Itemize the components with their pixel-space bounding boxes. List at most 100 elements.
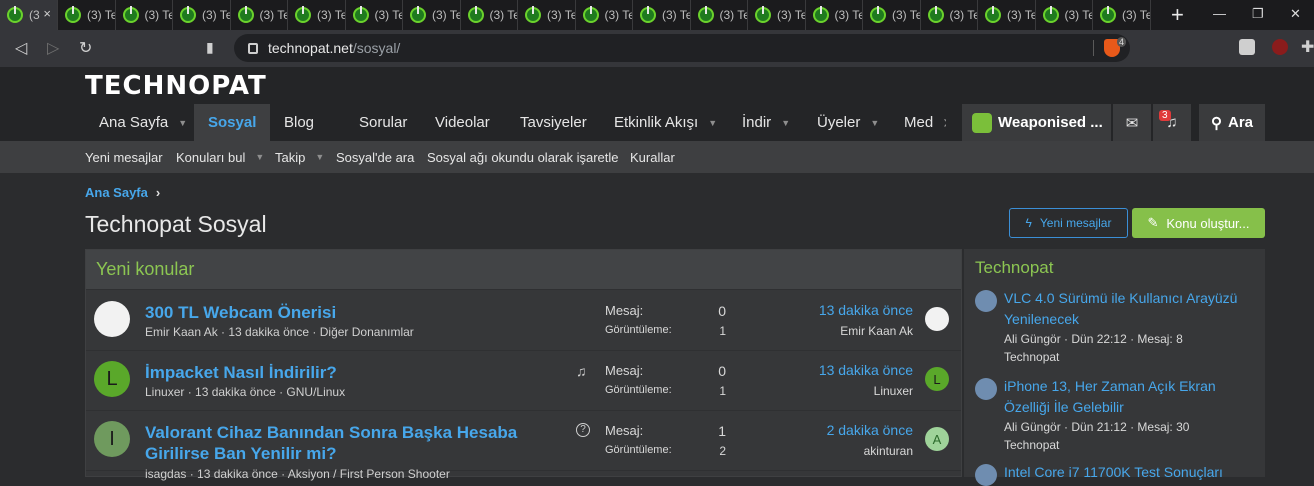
nav-item[interactable]: Etkinlik Akışı ▼ (600, 104, 731, 141)
extension-icon[interactable] (1239, 39, 1255, 55)
minimize-icon[interactable]: — (1213, 6, 1226, 21)
browser-tab[interactable]: (3) Te (58, 0, 116, 30)
user-avatar[interactable]: L (94, 361, 130, 397)
restore-icon[interactable]: ❐ (1252, 6, 1264, 22)
lock-icon[interactable] (248, 42, 258, 54)
sidebar-item-title[interactable]: VLC 4.0 Sürümü ile Kullanıcı Arayüzü Yen… (1004, 288, 1259, 330)
sidebar-item-forum[interactable]: Technopat (1004, 438, 1059, 452)
browser-tab[interactable]: (3) Te (921, 0, 978, 30)
chevron-down-icon[interactable]: ▼ (315, 152, 324, 162)
thread-row[interactable]: L İmpacket Nasıl İndirilir? Linuxer · 13 d… (86, 351, 961, 411)
browser-tab[interactable]: (3) Te (576, 0, 633, 30)
browser-tab[interactable]: (3) Te (288, 0, 346, 30)
search-button[interactable]: ⚲ Ara (1199, 104, 1265, 141)
subnav-item[interactable]: Takip ▼ (275, 141, 324, 173)
browser-tab[interactable]: (3) Te (231, 0, 288, 30)
power-icon (65, 6, 81, 23)
new-tab-button[interactable]: + (1171, 2, 1184, 28)
article-thumbnail[interactable] (975, 290, 997, 312)
nav-item[interactable]: Blog (270, 104, 328, 141)
browser-tab[interactable]: (3) Te (173, 0, 231, 30)
chevron-down-icon[interactable]: ▼ (781, 118, 790, 128)
last-post-user[interactable]: Emir Kaan Ak (840, 324, 913, 338)
chevron-down-icon[interactable]: ▼ (708, 118, 717, 128)
nav-item[interactable]: Üyeler ▼ (803, 104, 893, 141)
url-text[interactable]: technopat.net/sosyal/ (268, 40, 400, 56)
browser-tab[interactable]: (3) Te (863, 0, 921, 30)
nav-item[interactable]: Med › (890, 104, 946, 141)
thread-title-link[interactable]: 300 TL Webcam Önerisi (145, 302, 336, 323)
chevron-down-icon[interactable]: ▼ (255, 152, 264, 162)
technopat-logo[interactable]: TECHNOPAT (85, 71, 267, 101)
nav-item[interactable]: Videolar (421, 104, 504, 141)
browser-tab[interactable]: (3) Te (978, 0, 1036, 30)
last-post-time[interactable]: 2 dakika önce (827, 422, 913, 438)
browser-tab[interactable]: (3) Te (461, 0, 518, 30)
chevron-right-icon[interactable]: › (943, 112, 946, 133)
tab-label: (3) Te (719, 8, 748, 22)
create-thread-button[interactable]: ✎ Konu oluştur... (1132, 208, 1265, 238)
puzzle-icon[interactable]: ✚ (1301, 37, 1314, 57)
browser-tab[interactable]: (3) Te (633, 0, 691, 30)
browser-tab[interactable]: (3 × (0, 0, 58, 30)
user-avatar[interactable]: I (94, 421, 130, 457)
tab-close-icon[interactable]: × (43, 6, 51, 21)
new-posts-button[interactable]: ϟ Yeni mesajlar (1009, 208, 1128, 238)
nav-item[interactable]: Sorular (345, 104, 421, 141)
nav-item[interactable]: Tavsiyeler (506, 104, 601, 141)
browser-tab[interactable]: (3) Te (1093, 0, 1151, 30)
sidebar-item-forum[interactable]: Technopat (1004, 350, 1059, 364)
last-post-time[interactable]: 13 dakika önce (819, 302, 913, 318)
last-post-user[interactable]: Linuxer (874, 384, 913, 398)
browser-tab[interactable]: (3) Te (1036, 0, 1093, 30)
close-window-icon[interactable]: ✕ (1290, 6, 1301, 22)
messages-label: Mesaj: (605, 363, 644, 378)
address-bar[interactable]: technopat.net/sosyal/ 4 (234, 34, 1130, 62)
breadcrumb-home[interactable]: Ana Sayfa (85, 185, 148, 200)
last-post-user[interactable]: akinturan (864, 444, 913, 458)
inbox-button[interactable]: ✉ (1113, 104, 1151, 141)
thread-row[interactable]: I Valorant Cihaz Banından Sonra Başka Hes… (86, 411, 961, 481)
chevron-down-icon[interactable]: ▼ (178, 118, 187, 128)
browser-tab[interactable]: (3) Te (748, 0, 806, 30)
last-poster-avatar[interactable] (925, 307, 949, 331)
last-post-time[interactable]: 13 dakika önce (819, 362, 913, 378)
subnav-item[interactable]: Sosyal ağı okundu olarak işaretle (427, 141, 619, 173)
subnav-item[interactable]: Konuları bul ▼ (176, 141, 264, 173)
article-thumbnail[interactable] (975, 378, 997, 400)
user-menu[interactable]: Weaponised ... (962, 104, 1111, 141)
browser-tab[interactable]: (3) Te (518, 0, 576, 30)
last-poster-avatar[interactable]: A (925, 427, 949, 451)
power-icon (122, 6, 139, 23)
alerts-button[interactable]: 3 ♫ (1153, 104, 1191, 141)
user-avatar[interactable] (94, 301, 130, 337)
nav-item[interactable]: Sosyal (194, 104, 271, 141)
reload-icon[interactable]: ↻ (79, 38, 92, 58)
thread-row[interactable]: 300 TL Webcam Önerisi Emir Kaan Ak · 13 d… (86, 291, 961, 351)
last-poster-avatar[interactable]: L (925, 367, 949, 391)
thread-title-link[interactable]: İmpacket Nasıl İndirilir? (145, 362, 337, 383)
new-posts-label: Yeni mesajlar (1039, 216, 1112, 230)
sidebar-item-title[interactable]: Intel Core i7 11700K Test Sonuçları (1004, 462, 1259, 483)
subnav-item[interactable]: Kurallar (630, 141, 675, 173)
browser-tab[interactable]: (3) Te (806, 0, 863, 30)
sidebar-item-title[interactable]: iPhone 13, Her Zaman Açık Ekran Özelliği… (1004, 376, 1259, 418)
chevron-down-icon[interactable]: ▼ (870, 118, 879, 128)
thread-title-link[interactable]: Valorant Cihaz Banından Sonra Başka Hesa… (145, 422, 545, 464)
browser-tab[interactable]: (3) Te (403, 0, 461, 30)
ublock-icon[interactable] (1272, 39, 1288, 55)
subnav-item[interactable]: Yeni mesajlar (85, 141, 163, 173)
article-thumbnail[interactable] (975, 464, 997, 486)
browser-tab[interactable]: (3) Te (691, 0, 748, 30)
nav-item[interactable]: İndir ▼ (728, 104, 804, 141)
bookmark-icon[interactable]: ▮ (206, 39, 214, 56)
views-count: 1 (719, 384, 726, 398)
browser-tab[interactable]: (3) Te (116, 0, 173, 30)
back-icon[interactable]: ◁ (15, 38, 27, 58)
subnav-item[interactable]: Sosyal'de ara (336, 141, 414, 173)
forward-icon[interactable]: ▷ (47, 38, 59, 58)
browser-tab[interactable]: (3) Te (346, 0, 403, 30)
tab-label: (3) Te (547, 8, 576, 22)
nav-item[interactable]: Ana Sayfa ▼ (85, 104, 201, 141)
messages-count: 0 (718, 303, 726, 319)
